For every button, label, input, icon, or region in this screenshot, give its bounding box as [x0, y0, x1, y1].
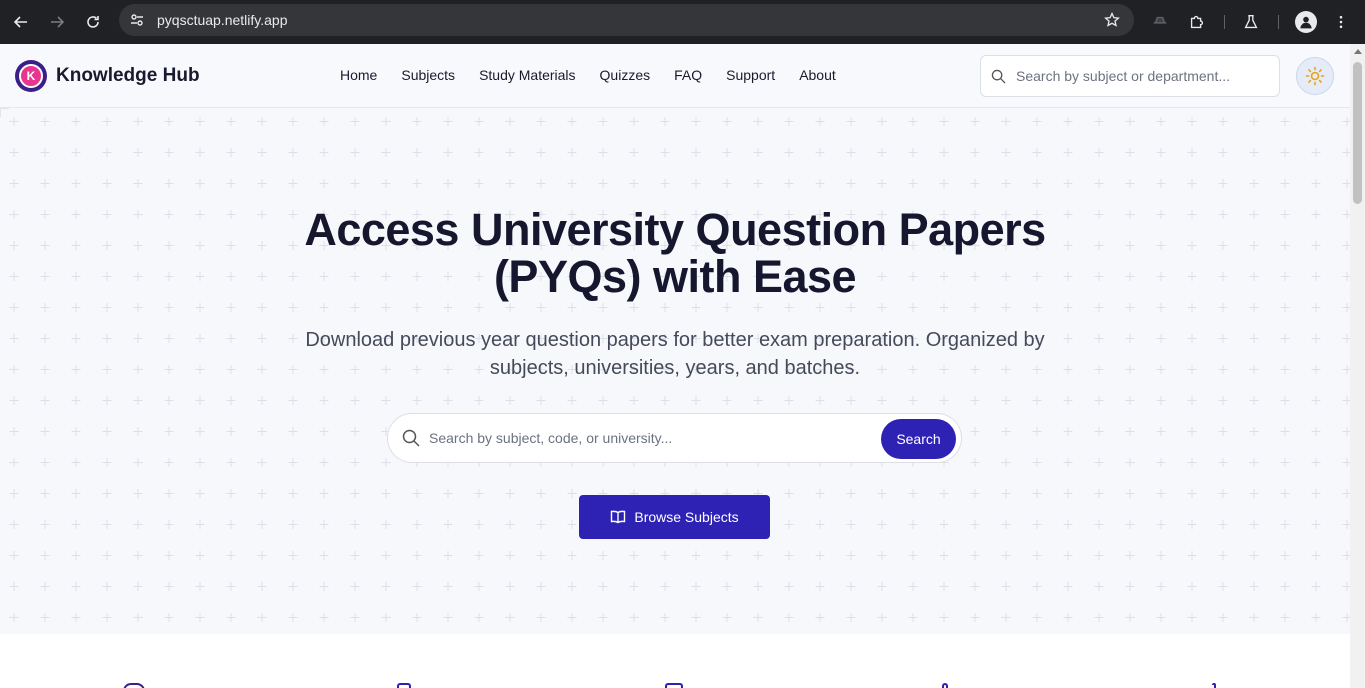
search-icon [991, 69, 1006, 84]
hero-title-line-2: (PYQs) with Ease [493, 251, 857, 302]
nav-support[interactable]: Support [726, 67, 775, 83]
header-search [980, 55, 1280, 97]
open-book-icon [611, 510, 626, 524]
back-button[interactable] [8, 9, 34, 35]
bookmark-star-icon[interactable] [1104, 12, 1120, 28]
hero-title: Access University Question Papers (PYQs)… [0, 206, 1350, 300]
logo-text: Knowledge Hub [56, 65, 200, 86]
forward-button[interactable] [44, 9, 70, 35]
scroll-up-arrow-icon[interactable] [1354, 49, 1362, 54]
labs-flask-icon[interactable] [1241, 12, 1261, 32]
hero-subtitle: Download previous year question papers f… [0, 326, 1350, 382]
hero-search-button[interactable]: Search [881, 419, 956, 459]
feature-icon [123, 683, 145, 688]
hero-subtitle-line-1: Download previous year question papers f… [305, 329, 1045, 351]
hero-title-line-1: Access University Question Papers [304, 204, 1046, 255]
site-header: K Knowledge Hub Home Subjects Study Mate… [0, 44, 1350, 108]
logo-letter: K [19, 64, 43, 88]
header-search-input[interactable] [1016, 68, 1266, 84]
feature-icon [942, 683, 948, 688]
nav-about[interactable]: About [799, 67, 836, 83]
scrollbar-thumb[interactable] [1353, 62, 1362, 204]
hero-subtitle-line-2: subjects, universities, years, and batch… [489, 357, 861, 379]
incognito-hat-icon[interactable] [1150, 12, 1170, 32]
site-settings-icon[interactable] [129, 12, 145, 28]
nav-study-materials[interactable]: Study Materials [479, 67, 575, 83]
sun-icon [1305, 66, 1325, 86]
hero-search-input[interactable] [429, 430, 869, 446]
forward-arrow-icon [51, 16, 65, 28]
main-nav: Home Subjects Study Materials Quizzes FA… [340, 67, 860, 83]
browser-toolbar: pyqsctuap.netlify.app [0, 0, 1365, 44]
feature-icon [397, 683, 411, 688]
nav-faq[interactable]: FAQ [674, 67, 702, 83]
nav-subjects[interactable]: Subjects [401, 67, 455, 83]
site-logo[interactable]: K Knowledge Hub [15, 60, 200, 92]
feature-icon [665, 683, 683, 688]
feature-icon [1212, 683, 1216, 688]
url-text: pyqsctuap.netlify.app [157, 12, 288, 28]
reload-icon [87, 16, 99, 28]
extensions-puzzle-icon[interactable] [1187, 12, 1207, 32]
back-arrow-icon [13, 16, 27, 28]
menu-kebab-icon[interactable] [1331, 12, 1351, 32]
address-bar[interactable]: pyqsctuap.netlify.app [119, 4, 1134, 36]
theme-toggle-button[interactable] [1296, 57, 1334, 95]
nav-home[interactable]: Home [340, 67, 377, 83]
nav-quizzes[interactable]: Quizzes [600, 67, 651, 83]
search-icon [402, 429, 420, 447]
reload-button[interactable] [80, 9, 106, 35]
page-scrollbar[interactable] [1350, 44, 1365, 688]
web-page: K Knowledge Hub Home Subjects Study Mate… [0, 44, 1350, 688]
hero-search-bar: Search [387, 413, 962, 463]
hero-section: Access University Question Papers (PYQs)… [0, 108, 1350, 634]
logo-mark-icon: K [15, 60, 47, 92]
toolbar-divider [1224, 15, 1225, 29]
toolbar-divider [1278, 15, 1279, 29]
browse-subjects-label: Browse Subjects [634, 509, 739, 525]
features-section [0, 634, 1350, 688]
profile-avatar-icon[interactable] [1295, 11, 1317, 33]
browse-subjects-button[interactable]: Browse Subjects [579, 495, 770, 539]
